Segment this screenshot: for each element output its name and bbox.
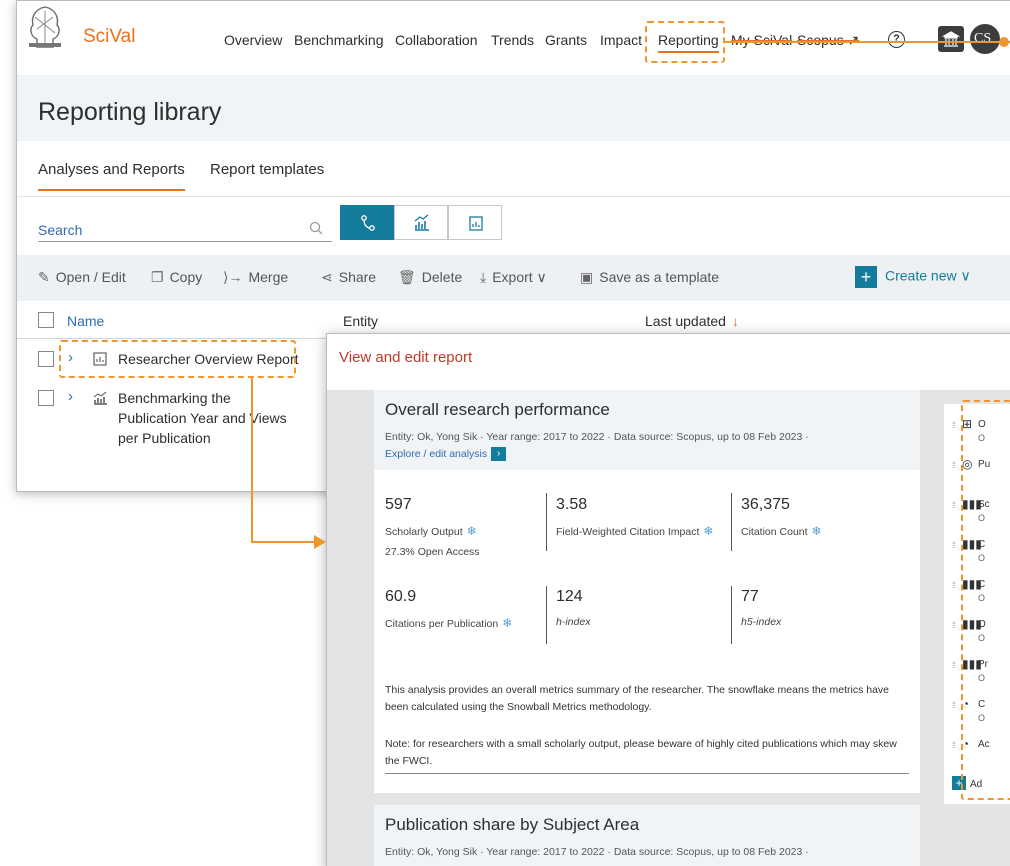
search-input[interactable] [38,218,332,242]
arrow-head-icon [314,535,326,549]
panel-body: Overall research performance Entity: Ok,… [327,390,1010,866]
page-title: Reporting library [38,98,222,126]
actions-toolbar: ✎ Open / Edit ❐ Copy ⟩→ Merge ⋖ Share 🗑 Delet… [17,255,1010,301]
drag-handle-icon[interactable]: ⁞⁞ [952,580,956,590]
card-divider [385,773,909,774]
sort-down-arrow-icon[interactable]: ↓ [732,313,739,329]
publication-share-card: Publication share by Subject Area Entity… [374,805,920,866]
select-all-checkbox[interactable] [38,312,54,328]
drag-handle-icon[interactable]: ⁞⁞ [952,660,956,670]
tab-bar: Analyses and Reports Report templates [17,141,1010,197]
row-checkbox[interactable] [38,390,54,406]
metric-divider [731,586,732,644]
annotation-connector [251,378,253,542]
view-charts-button[interactable] [394,205,448,240]
tab-report-templates[interactable]: Report templates [210,161,324,178]
view-workflow-button[interactable] [340,205,394,240]
metric-h-index: 124 h-index [556,588,591,628]
open-edit-button[interactable]: ✎ Open / Edit [38,269,126,286]
chart-analysis-icon [93,391,107,405]
merge-icon: ⟩→ [223,269,243,285]
fwci-note: Note: for researchers with a small schol… [385,738,897,767]
overall-research-performance-card: Overall research performance Entity: Ok,… [374,390,920,793]
share-icon: ⋖ [321,269,333,285]
arrow-right-icon[interactable]: › [491,447,507,461]
nav-benchmarking[interactable]: Benchmarking [294,32,384,48]
copy-button[interactable]: ❐ Copy [151,269,202,286]
reporting-highlight [645,21,725,63]
card-header: Publication share by Subject Area Entity… [374,805,920,866]
drag-handle-icon[interactable]: ⁞⁞ [952,420,956,430]
plus-icon: + [855,266,877,288]
card-title: Overall research performance [385,400,610,419]
search-icon[interactable] [309,221,323,235]
nav-trends[interactable]: Trends [491,32,534,48]
drag-handle-icon[interactable]: ⁞⁞ [952,540,956,550]
top-navigation-bar: SciVal Overview Benchmarking Collaborati… [17,1,1010,75]
nav-my-scival[interactable]: My SciVal [731,32,792,48]
drag-handle-icon[interactable]: ⁞⁞ [952,740,956,750]
analysis-description: This analysis provides an overall metric… [385,684,890,713]
card-title: Publication share by Subject Area [385,815,640,834]
annotation-connector [725,41,1010,43]
create-new-button[interactable]: + Create new ∨ [855,266,971,288]
expand-chevron-icon[interactable]: › [68,388,73,405]
help-icon[interactable]: ? [888,31,905,48]
drag-handle-icon[interactable]: ⁞⁞ [952,620,956,630]
snowflake-icon: ❄ [466,524,477,538]
user-avatar[interactable]: CS [970,24,1000,54]
delete-button[interactable]: 🗑 Delete [398,269,462,286]
sections-highlight [961,400,1010,800]
row-checkbox[interactable] [38,351,54,367]
scival-brand[interactable]: SciVal [83,26,135,48]
card-header: Overall research performance Entity: Ok,… [374,390,920,470]
drag-handle-icon[interactable]: ⁞⁞ [952,700,956,710]
row-title[interactable]: Benchmarking the Publication Year and Vi… [118,388,290,448]
metric-citation-count: 36,375 Citation Count ❄ [741,496,822,538]
snowflake-icon: ❄ [502,616,513,630]
column-name[interactable]: Name [67,313,104,329]
merge-button[interactable]: ⟩→ Merge [223,269,288,286]
annotation-dot [999,37,1009,47]
metric-fwci: 3.58 Field-Weighted Citation Impact ❄ [556,496,714,538]
metric-divider [546,493,547,551]
view-and-edit-report-panel: View and edit report Overall research pe… [326,333,1010,866]
trash-icon: 🗑 [398,269,416,285]
column-last-updated[interactable]: Last updated ↓ [645,313,739,329]
metric-divider [546,586,547,644]
snowflake-icon: ❄ [811,524,822,538]
drag-handle-icon[interactable]: ⁞⁞ [952,460,956,470]
search-row [17,197,1010,255]
nav-grants[interactable]: Grants [545,32,587,48]
annotation-connector [251,541,317,543]
save-as-template-button[interactable]: ▣ Save as a template [580,269,719,286]
panel-title: View and edit report [339,349,473,366]
institution-icon[interactable] [938,26,964,52]
share-button[interactable]: ⋖ Share [321,269,376,286]
drag-handle-icon[interactable]: ⁞⁞ [952,500,956,510]
nav-impact[interactable]: Impact [600,32,642,48]
explore-edit-analysis-link[interactable]: Explore / edit analysis › [385,447,507,461]
metric-scholarly-output: 597 Scholarly Output ❄ 27.3% Open Access [385,496,480,558]
card-meta: Entity: Ok, Yong Sik · Year range: 2017 … [385,431,809,443]
report-row-highlight [59,340,296,378]
card-meta: Entity: Ok, Yong Sik · Year range: 2017 … [385,846,809,858]
metric-citations-per-publication: 60.9 Citations per Publication ❄ [385,588,513,630]
nav-overview[interactable]: Overview [224,32,282,48]
pencil-icon: ✎ [38,269,50,285]
tab-analyses-and-reports[interactable]: Analyses and Reports [38,161,185,191]
copy-icon: ❐ [151,269,164,285]
metric-divider [731,493,732,551]
page-header: Reporting library [17,75,1010,141]
export-dropdown[interactable]: ⤓ Export ∨ [480,269,547,286]
download-icon: ⤓ [480,269,487,285]
column-entity[interactable]: Entity [343,313,378,329]
save-icon: ▣ [580,269,594,285]
elsevier-logo [23,3,67,51]
snowflake-icon: ❄ [703,524,714,538]
metric-h5-index: 77 h5-index [741,588,782,628]
view-reports-button[interactable] [448,205,502,240]
nav-collaboration[interactable]: Collaboration [395,32,478,48]
